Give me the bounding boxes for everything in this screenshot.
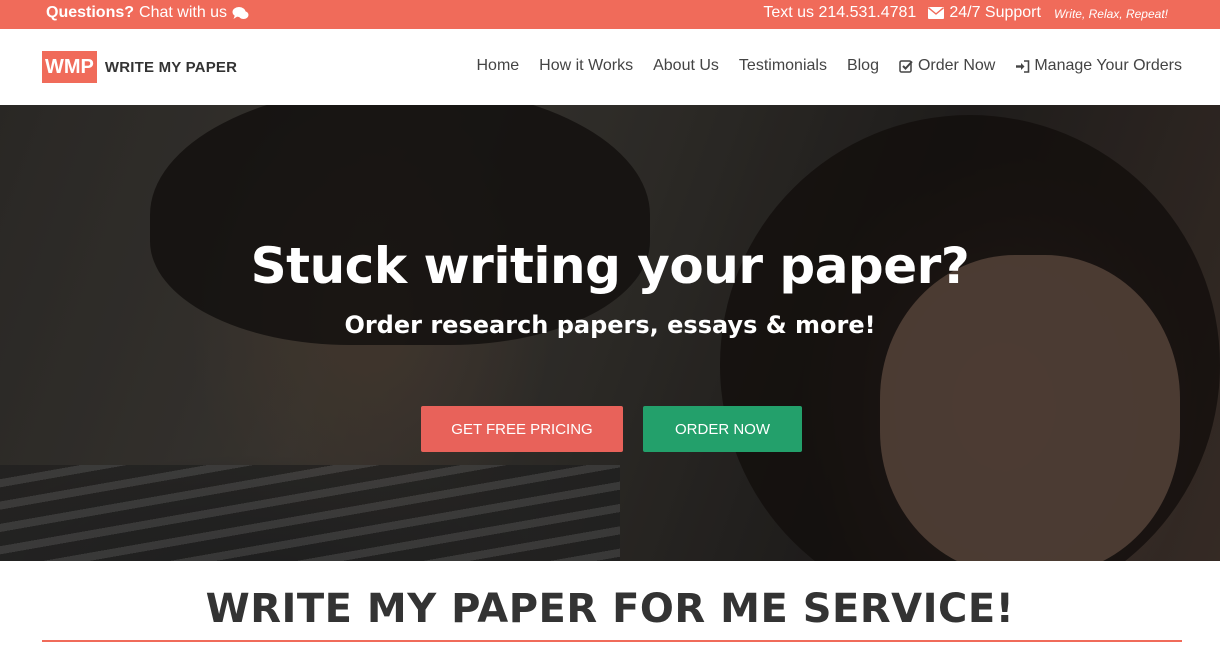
chat-label: Chat with us	[139, 4, 228, 21]
nav-manage-orders[interactable]: Manage Your Orders	[1015, 57, 1182, 75]
text-us-link[interactable]: Text us 214.531.4781	[763, 4, 916, 22]
nav-home[interactable]: Home	[476, 57, 519, 75]
nav-label: Testimonials	[738, 57, 827, 74]
questions-label: Questions?	[46, 4, 135, 21]
order-now-button[interactable]: ORDER NOW	[643, 406, 802, 452]
nav-how-it-works[interactable]: How it Works	[539, 57, 633, 75]
nav-label: Blog	[846, 57, 879, 74]
logo-name: WRITE MY PAPER	[104, 58, 238, 76]
hero-subtitle: Order research papers, essays & more!	[344, 311, 876, 339]
main-nav: Home How it Works About Us Testimonials …	[476, 57, 1182, 75]
header: WMP WRITE MY PAPER Home How it Works Abo…	[0, 29, 1220, 105]
get-free-pricing-button[interactable]: GET FREE PRICING	[421, 406, 623, 452]
nav-blog[interactable]: Blog	[847, 57, 879, 75]
nav-label: About Us	[653, 57, 719, 74]
nav-about-us[interactable]: About Us	[653, 57, 719, 75]
logo-badge: WMP	[42, 51, 97, 83]
top-bar: Questions? Chat with us Text us 214.531.…	[0, 0, 1220, 29]
tagline: Write, Relax, Repeat!	[1053, 7, 1168, 21]
chat-link[interactable]: Questions? Chat with us	[46, 4, 249, 22]
hero-banner: Stuck writing your paper? Order research…	[0, 105, 1220, 561]
nav-testimonials[interactable]: Testimonials	[739, 57, 827, 75]
phone-label: Text us 214.531.4781	[763, 4, 917, 21]
envelope-icon	[928, 7, 945, 19]
nav-label: Manage Your Orders	[1034, 57, 1182, 74]
section-title: WRITE MY PAPER FOR ME SERVICE!	[205, 586, 1015, 632]
support-label: 24/7 Support	[949, 4, 1041, 21]
sign-in-icon	[1015, 59, 1030, 73]
checkbox-icon	[899, 59, 914, 73]
nav-label: Order Now	[917, 57, 996, 74]
nav-order-now[interactable]: Order Now	[899, 57, 995, 75]
section-divider	[42, 640, 1182, 642]
hero-title: Stuck writing your paper?	[250, 237, 970, 295]
logo[interactable]: WMP WRITE MY PAPER	[42, 51, 237, 83]
chat-icon	[232, 6, 249, 20]
nav-label: How it Works	[539, 57, 634, 74]
nav-label: Home	[476, 57, 520, 74]
support-link[interactable]: 24/7 Support	[928, 4, 1041, 22]
